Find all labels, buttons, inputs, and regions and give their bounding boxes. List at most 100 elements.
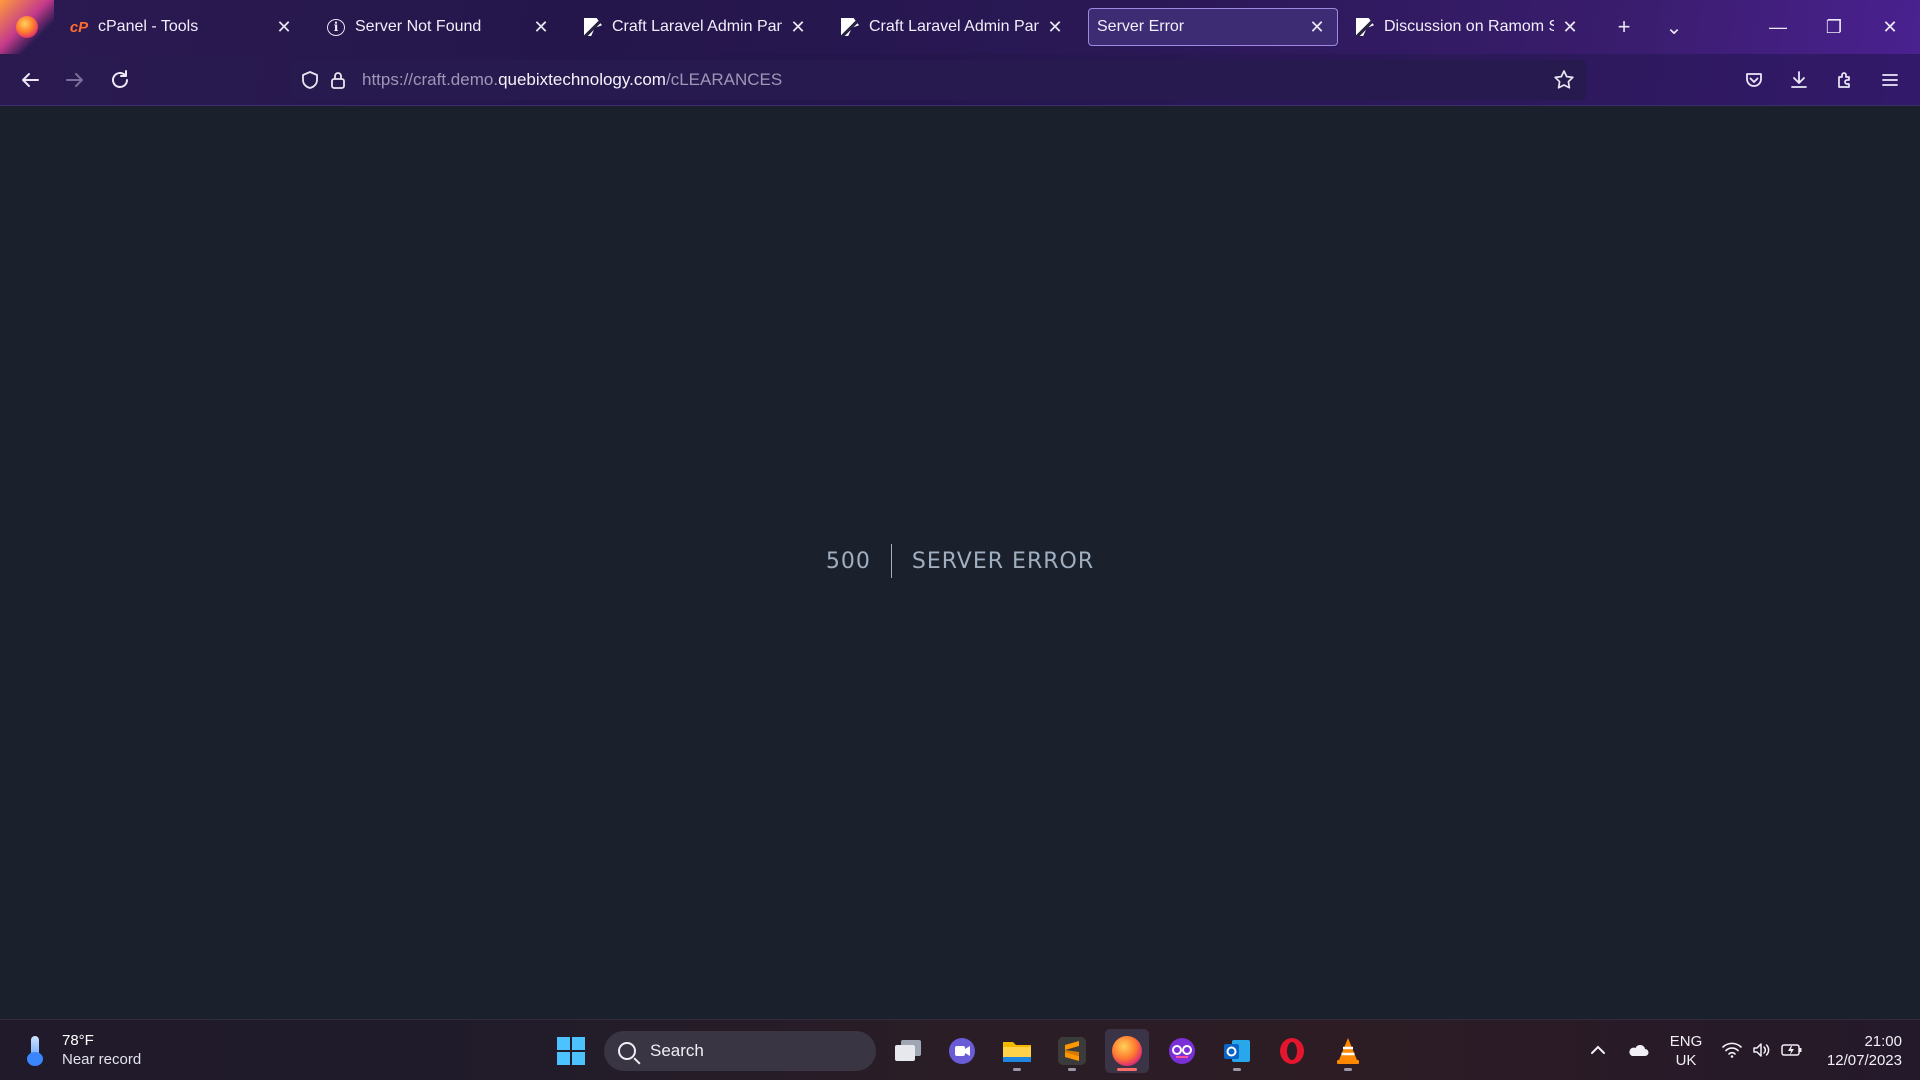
back-button[interactable] [14, 64, 46, 96]
taskbar-search[interactable]: Search [604, 1031, 876, 1071]
weather-temperature: 78°F [62, 1032, 94, 1049]
pocket-button[interactable] [1738, 64, 1770, 96]
reload-icon [112, 70, 128, 88]
opera-button[interactable] [1270, 1029, 1314, 1073]
clock-date: 12/07/2023 [1826, 1052, 1902, 1069]
restore-button[interactable]: ❐ [1806, 0, 1862, 54]
forward-button[interactable] [59, 64, 91, 96]
close-icon[interactable]: ✕ [531, 17, 551, 37]
error-message-block: 500 Server Error [0, 543, 1920, 579]
onedrive-cloud-icon[interactable] [1626, 1038, 1650, 1062]
reload-button[interactable] [104, 64, 136, 96]
url-domain: quebixtechnology.com [498, 70, 666, 89]
sublime-icon [1058, 1037, 1086, 1065]
app-menu-button[interactable] [1874, 64, 1906, 96]
tracking-shield-icon[interactable] [296, 66, 324, 94]
weather-widget[interactable]: 78°F Near record [22, 1028, 141, 1072]
lock-shape [331, 72, 345, 89]
page-content: 500 Server Error [0, 107, 1920, 1019]
extensions-button[interactable] [1829, 64, 1861, 96]
app-button-mask[interactable] [1160, 1029, 1204, 1073]
vlc-button[interactable] [1326, 1029, 1370, 1073]
teams-chat-button[interactable] [940, 1029, 984, 1073]
url-bar[interactable]: https://craft.demo.quebixtechnology.com/… [290, 60, 1586, 100]
url-prefix: https://craft.demo. [362, 70, 499, 89]
start-button[interactable] [549, 1029, 593, 1073]
weather-description: Near record [62, 1051, 142, 1068]
task-view-icon [895, 1040, 921, 1061]
task-view-button[interactable] [886, 1029, 930, 1073]
wifi-icon[interactable] [1720, 1038, 1744, 1062]
error-code: 500 [825, 548, 871, 574]
windows-logo-icon [557, 1037, 585, 1065]
cpanel-icon: cP [69, 18, 89, 36]
tab-server-not-found[interactable]: i Server Not Found ✕ [313, 8, 561, 46]
outlook-button[interactable] [1215, 1029, 1259, 1073]
shield-shape [302, 71, 318, 89]
outlook-icon [1224, 1040, 1250, 1062]
tab-cpanel-tools[interactable]: cP cPanel - Tools ✕ [56, 8, 304, 46]
error-text: Server Error [911, 548, 1095, 574]
bookmark-star-icon[interactable] [1550, 66, 1578, 94]
download-icon [1791, 71, 1807, 88]
tab-title: Craft Laravel Admin Panel - [869, 18, 1039, 35]
close-window-button[interactable]: ✕ [1862, 0, 1918, 54]
tab-title: Craft Laravel Admin Panel - [612, 18, 782, 35]
info-icon: i [327, 18, 345, 36]
tab-title: Server Not Found [355, 18, 482, 35]
firefox-icon [16, 16, 38, 38]
close-icon[interactable]: ✕ [1045, 17, 1065, 37]
lock-icon[interactable] [324, 66, 352, 94]
craft-icon [584, 18, 602, 36]
battery-charging-icon[interactable] [1780, 1038, 1804, 1062]
running-indicator [1233, 1068, 1241, 1071]
search-icon [618, 1042, 636, 1060]
url-text[interactable]: https://craft.demo.quebixtechnology.com/… [362, 70, 782, 90]
volume-icon[interactable] [1750, 1038, 1774, 1062]
navigation-toolbar: https://craft.demo.quebixtechnology.com/… [0, 54, 1920, 106]
thermometer-icon [22, 1034, 48, 1066]
running-indicator [1068, 1068, 1076, 1071]
firefox-icon [1112, 1036, 1142, 1066]
downloads-button[interactable] [1783, 64, 1815, 96]
tab-craft-admin-2[interactable]: Craft Laravel Admin Panel - ✕ [827, 8, 1075, 46]
system-clock[interactable]: 21:00 12/07/2023 [1818, 1032, 1902, 1070]
tab-strip: cP cPanel - Tools ✕ i Server Not Found ✕… [0, 0, 1920, 54]
tab-title: cPanel - Tools [98, 18, 199, 35]
tab-craft-admin-1[interactable]: Craft Laravel Admin Panel - ✕ [570, 8, 818, 46]
back-arrow-icon [22, 73, 39, 87]
tab-discussion[interactable]: Discussion on Ramom Scho ✕ [1342, 8, 1590, 46]
vlc-cone-icon [1337, 1038, 1359, 1064]
clock-time: 21:00 [1864, 1033, 1902, 1050]
tab-title: Server Error [1097, 18, 1185, 35]
puzzle-icon [1838, 72, 1850, 88]
close-icon[interactable]: ✕ [1560, 17, 1580, 37]
running-indicator [1344, 1068, 1352, 1071]
firefox-taskbar-button[interactable] [1105, 1029, 1149, 1073]
folder-icon [1003, 1042, 1031, 1062]
tab-server-error[interactable]: Server Error ✕ [1088, 8, 1338, 46]
close-icon[interactable]: ✕ [1307, 17, 1327, 37]
tab-list-chevron-icon[interactable]: ⌄ [1659, 12, 1689, 42]
minimize-button[interactable]: — [1750, 0, 1806, 54]
new-tab-button[interactable]: + [1609, 12, 1639, 42]
close-icon[interactable]: ✕ [788, 17, 808, 37]
craft-icon [1356, 18, 1374, 36]
language-region: UK [1675, 1052, 1697, 1069]
search-label: Search [650, 1041, 704, 1060]
windows-taskbar: 78°F Near record Search ENG UK 21:00 12/… [0, 1019, 1920, 1080]
active-indicator [1117, 1068, 1137, 1071]
input-language-indicator[interactable]: ENG UK [1666, 1032, 1706, 1070]
language-code: ENG [1669, 1033, 1703, 1050]
opera-icon [1280, 1038, 1304, 1064]
firefox-menu[interactable] [0, 0, 54, 54]
file-explorer-button[interactable] [995, 1029, 1039, 1073]
show-hidden-icons-chevron-icon[interactable] [1586, 1038, 1610, 1062]
close-icon[interactable]: ✕ [274, 17, 294, 37]
running-indicator [1013, 1068, 1021, 1071]
craft-icon [841, 18, 859, 36]
star-shape [1554, 70, 1574, 89]
sublime-text-button[interactable] [1050, 1029, 1094, 1073]
pocket-icon [1746, 73, 1762, 87]
hamburger-menu-icon [1882, 74, 1898, 86]
